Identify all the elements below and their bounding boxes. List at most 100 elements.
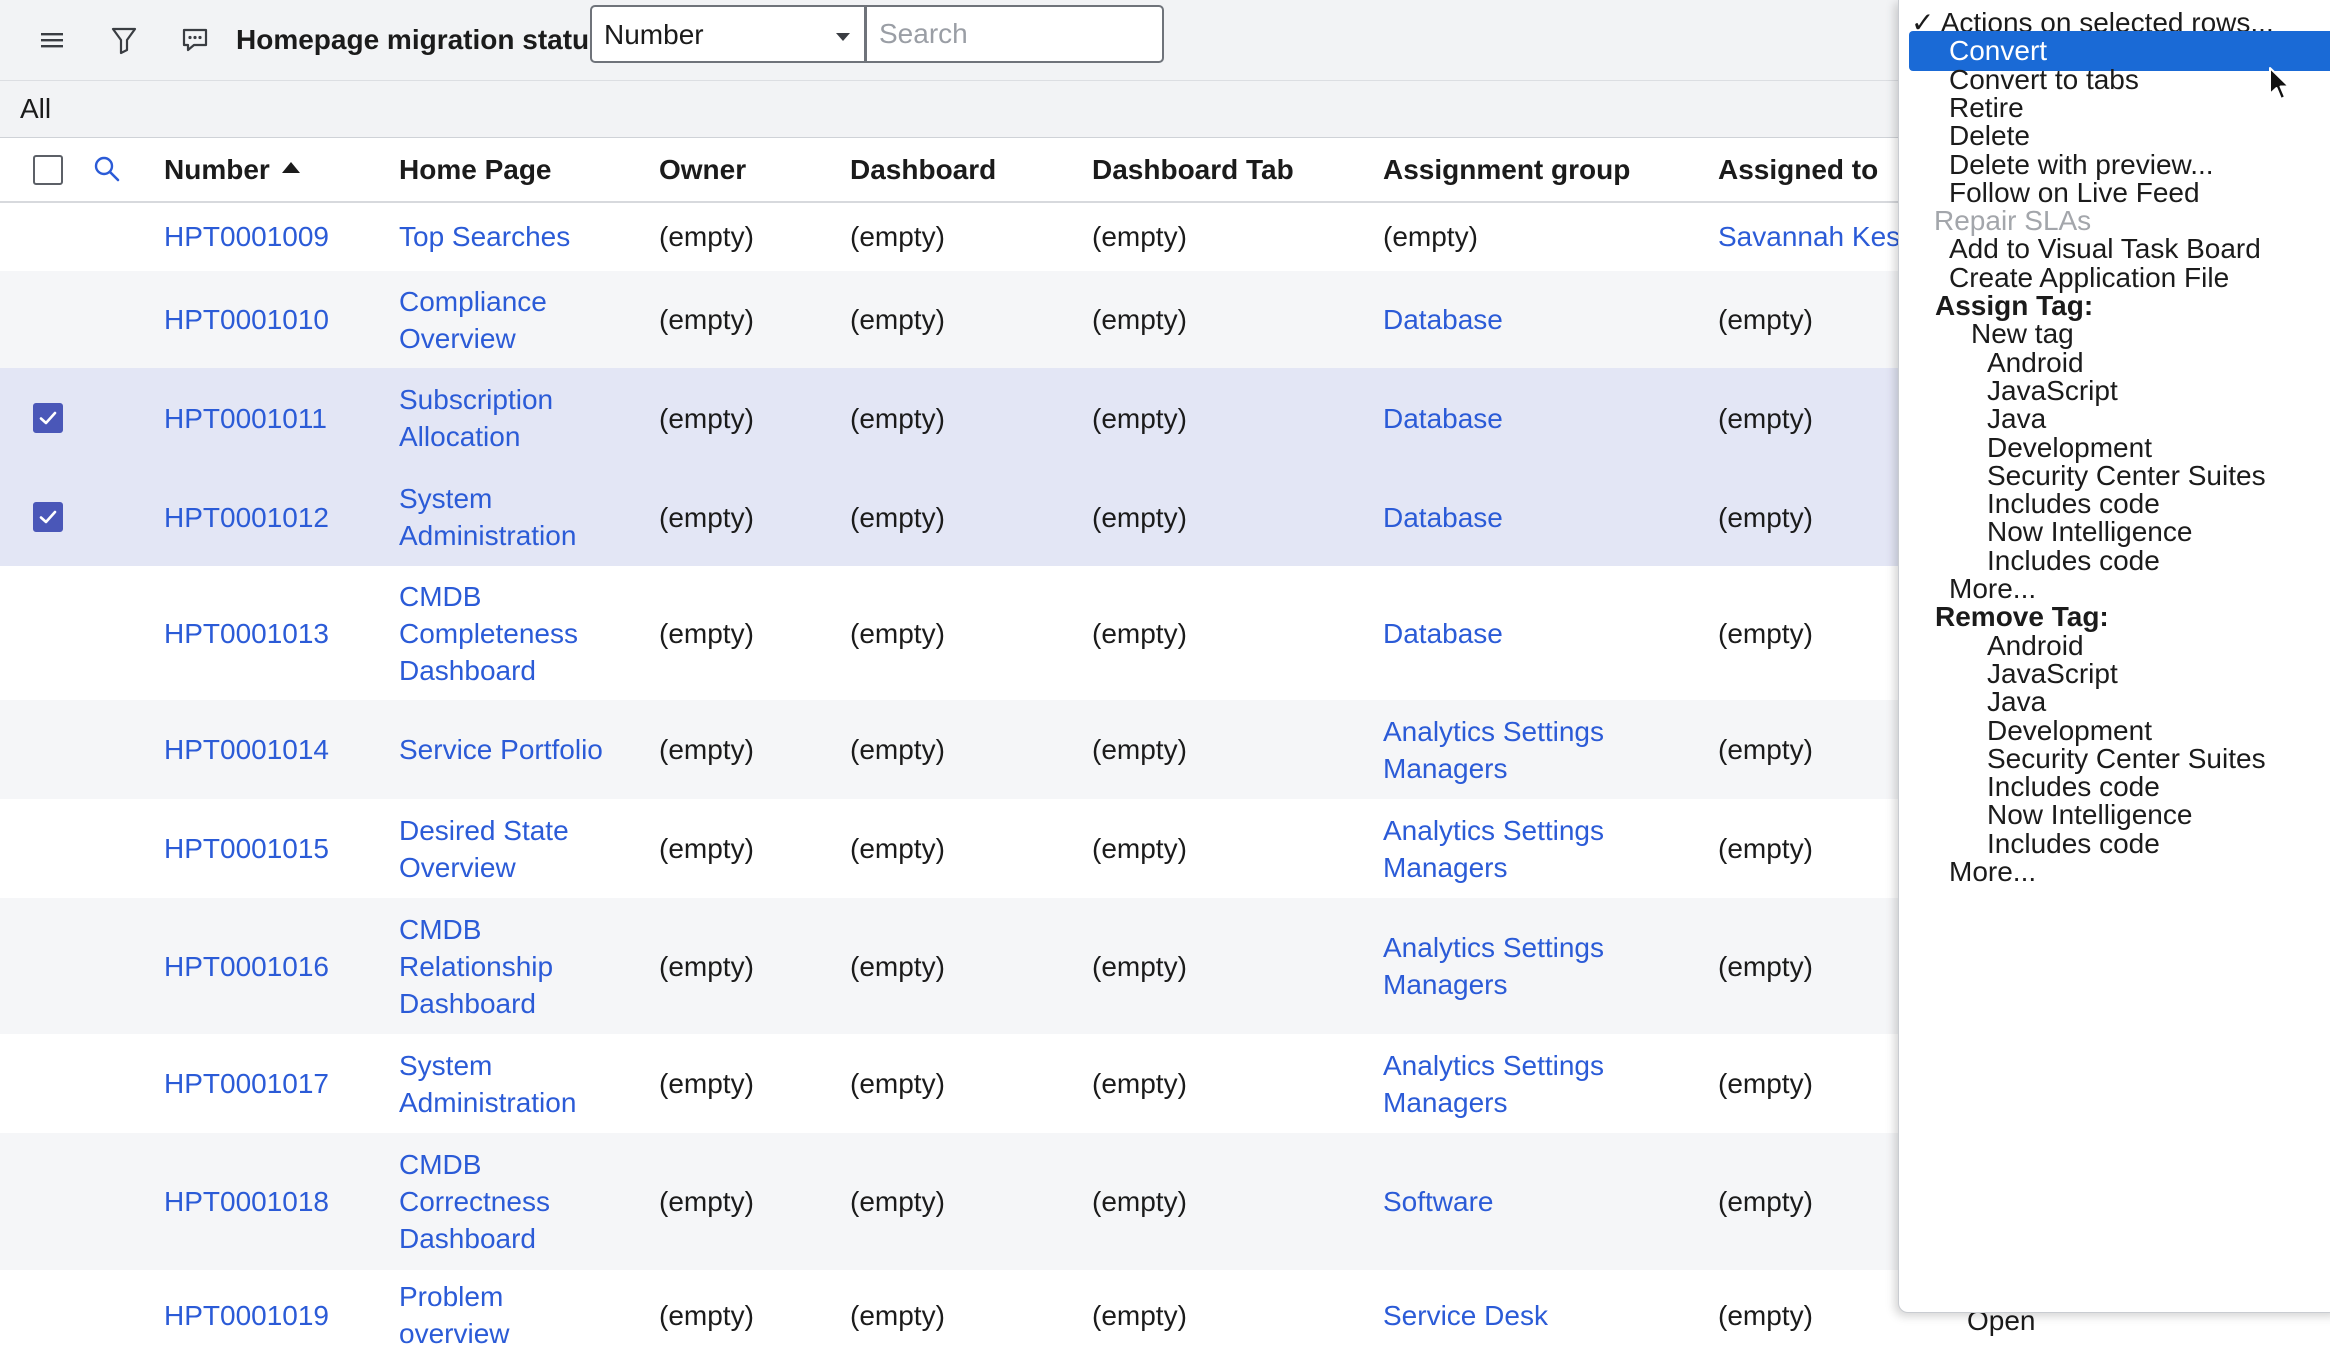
assignment-group-cell-text[interactable]: Analytics Settings Managers <box>1383 929 1604 1003</box>
number-cell-text[interactable]: HPT0001016 <box>164 948 329 985</box>
assignment-group-cell-text[interactable]: Service Desk <box>1383 1297 1548 1334</box>
home-page-cell-text[interactable]: Top Searches <box>399 218 570 255</box>
assigned-to-cell: (empty) <box>1718 1270 1813 1360</box>
home-page-cell[interactable]: System Administration <box>399 1034 576 1133</box>
assignment-group-cell[interactable]: Analytics Settings Managers <box>1383 1034 1604 1133</box>
search-field-select[interactable]: Number <box>590 5 866 63</box>
column-header-dashboard-tab[interactable]: Dashboard Tab <box>1092 154 1294 186</box>
dashboard-cell: (empty) <box>850 898 945 1034</box>
owner-cell: (empty) <box>659 566 754 700</box>
context-menu: ✓ Actions on selected rows... Convert Conv… <box>1898 0 2330 1313</box>
number-cell-text[interactable]: HPT0001019 <box>164 1297 329 1334</box>
assigned-to-cell: (empty) <box>1718 566 1813 700</box>
assignment-group-cell[interactable]: Analytics Settings Managers <box>1383 898 1604 1034</box>
cell-line: Managers <box>1383 851 1508 883</box>
home-page-cell[interactable]: System Administration <box>399 468 576 566</box>
mouse-cursor-icon <box>2269 67 2290 100</box>
number-cell-text[interactable]: HPT0001011 <box>164 400 327 437</box>
hamburger-menu-icon[interactable] <box>30 18 74 62</box>
home-page-cell[interactable]: CMDB Relationship Dashboard <box>399 898 553 1034</box>
number-cell[interactable]: HPT0001011 <box>164 368 327 468</box>
assignment-group-cell[interactable]: Database <box>1383 368 1503 468</box>
assignment-group-cell[interactable]: Analytics Settings Managers <box>1383 799 1604 898</box>
home-page-cell-text[interactable]: CMDB Correctness Dashboard <box>399 1146 550 1257</box>
number-cell-text[interactable]: HPT0001018 <box>164 1183 329 1220</box>
number-cell-text[interactable]: HPT0001015 <box>164 830 329 867</box>
menu-item[interactable]: More... <box>1899 852 2330 892</box>
number-cell-text[interactable]: HPT0001017 <box>164 1065 329 1102</box>
assignment-group-cell-text[interactable]: Software <box>1383 1183 1494 1220</box>
home-page-cell-text[interactable]: CMDB Completeness Dashboard <box>399 578 578 689</box>
assignment-group-cell[interactable]: Analytics Settings Managers <box>1383 700 1604 799</box>
dashboard-cell: (empty) <box>850 1034 945 1133</box>
assignment-group-cell-text[interactable]: Analytics Settings Managers <box>1383 1047 1604 1121</box>
home-page-cell-text[interactable]: Desired State Overview <box>399 812 569 886</box>
assignment-group-cell-text[interactable]: Analytics Settings Managers <box>1383 713 1604 787</box>
assignment-group-cell[interactable]: Database <box>1383 271 1503 368</box>
row-checkbox[interactable] <box>33 502 63 532</box>
home-page-cell[interactable]: Problem overview <box>399 1270 509 1360</box>
number-cell[interactable]: HPT0001013 <box>164 566 329 700</box>
number-cell[interactable]: HPT0001014 <box>164 700 329 799</box>
home-page-cell[interactable]: Compliance Overview <box>399 271 547 368</box>
column-header-assigned-to[interactable]: Assigned to <box>1718 154 1878 186</box>
search-input[interactable] <box>866 5 1164 63</box>
number-cell[interactable]: HPT0001015 <box>164 799 329 898</box>
assignment-group-cell-text[interactable]: Analytics Settings Managers <box>1383 812 1604 886</box>
home-page-cell[interactable]: Service Portfolio <box>399 700 603 799</box>
assignment-group-cell-text[interactable]: Database <box>1383 301 1503 338</box>
number-cell[interactable]: HPT0001010 <box>164 271 329 368</box>
home-page-cell[interactable]: Top Searches <box>399 201 570 271</box>
number-cell-text[interactable]: HPT0001012 <box>164 499 329 536</box>
number-cell-text[interactable]: HPT0001013 <box>164 615 329 652</box>
number-cell-text[interactable]: HPT0001014 <box>164 731 329 768</box>
select-all-checkbox[interactable] <box>33 155 63 185</box>
home-page-cell-text[interactable]: Subscription Allocation <box>399 381 553 455</box>
assigned-to-cell[interactable]: Savannah Kesi <box>1718 201 1906 271</box>
number-cell[interactable]: HPT0001018 <box>164 1133 329 1270</box>
assignment-group-cell-text[interactable]: Database <box>1383 400 1503 437</box>
assigned-to-cell-text[interactable]: Savannah Kesi <box>1718 218 1906 255</box>
column-header-dashboard[interactable]: Dashboard <box>850 154 996 186</box>
row-checkbox[interactable] <box>33 403 63 433</box>
column-header-owner[interactable]: Owner <box>659 154 746 186</box>
number-cell[interactable]: HPT0001016 <box>164 898 329 1034</box>
dashboard-cell: (empty) <box>850 566 945 700</box>
number-cell-text[interactable]: HPT0001009 <box>164 218 329 255</box>
home-page-cell-text[interactable]: System Administration <box>399 1047 576 1121</box>
assignment-group-cell[interactable]: Database <box>1383 468 1503 566</box>
number-cell[interactable]: HPT0001017 <box>164 1034 329 1133</box>
home-page-cell-text[interactable]: CMDB Relationship Dashboard <box>399 911 553 1022</box>
assignment-group-cell[interactable]: Service Desk <box>1383 1270 1548 1360</box>
column-search-icon[interactable] <box>92 154 122 189</box>
number-cell[interactable]: HPT0001012 <box>164 468 329 566</box>
number-cell[interactable]: HPT0001009 <box>164 201 329 271</box>
home-page-cell-text[interactable]: Problem overview <box>399 1278 509 1352</box>
breadcrumb[interactable]: All <box>20 93 51 125</box>
home-page-cell-text[interactable]: Compliance Overview <box>399 283 547 357</box>
home-page-cell[interactable]: CMDB Correctness Dashboard <box>399 1133 550 1270</box>
home-page-cell-text[interactable]: System Administration <box>399 480 576 554</box>
comment-icon[interactable] <box>173 18 217 62</box>
home-page-cell-text[interactable]: Service Portfolio <box>399 731 603 768</box>
assigned-to-cell: (empty) <box>1718 271 1813 368</box>
home-page-cell[interactable]: Desired State Overview <box>399 799 569 898</box>
number-cell[interactable]: HPT0001019 <box>164 1270 329 1360</box>
assignment-group-cell[interactable]: Database <box>1383 566 1503 700</box>
dashboard-tab-cell-text: (empty) <box>1092 1068 1187 1099</box>
column-header-assignment-group[interactable]: Assignment group <box>1383 154 1630 186</box>
owner-cell: (empty) <box>659 468 754 566</box>
cell-line: Managers <box>1383 969 1508 1000</box>
filter-icon[interactable] <box>102 18 146 62</box>
column-header-number[interactable]: Number <box>164 154 300 186</box>
dashboard-tab-cell: (empty) <box>1092 799 1187 898</box>
column-header-home-page[interactable]: Home Page <box>399 154 552 186</box>
number-cell-text[interactable]: HPT0001010 <box>164 301 329 338</box>
dashboard-tab-cell: (empty) <box>1092 700 1187 799</box>
assigned-to-cell-text: (empty) <box>1718 501 1813 533</box>
assignment-group-cell-text[interactable]: Database <box>1383 499 1503 536</box>
assignment-group-cell[interactable]: Software <box>1383 1133 1494 1270</box>
assignment-group-cell-text[interactable]: Database <box>1383 615 1503 652</box>
home-page-cell[interactable]: CMDB Completeness Dashboard <box>399 566 578 700</box>
home-page-cell[interactable]: Subscription Allocation <box>399 368 553 468</box>
